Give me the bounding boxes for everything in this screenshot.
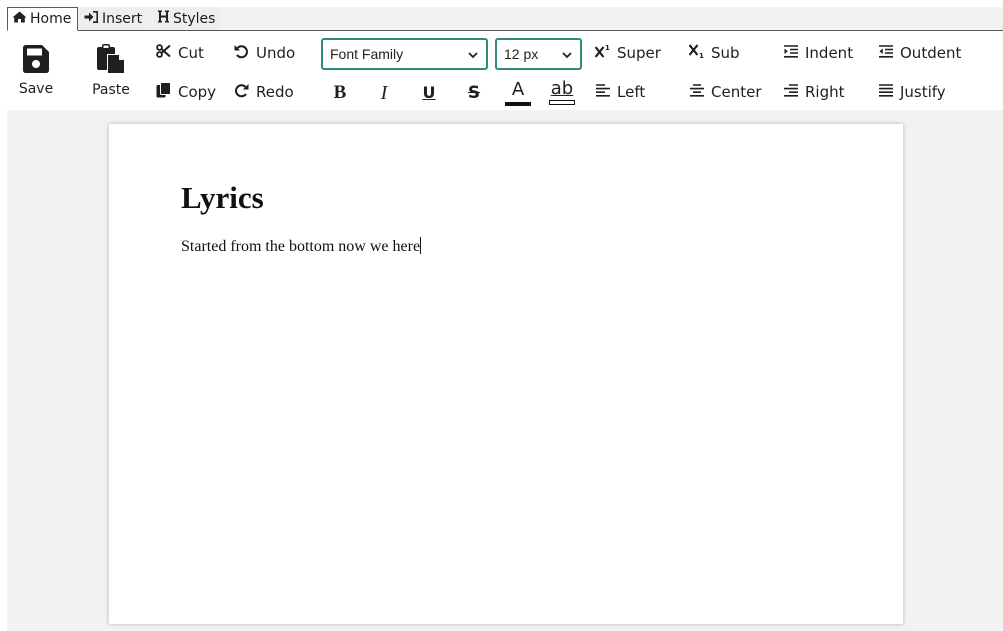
font-family-select[interactable]: Font Family [321, 38, 488, 70]
redo-icon [234, 83, 256, 102]
text-caret [420, 237, 422, 254]
align-right-label: Right [805, 83, 845, 101]
align-center-icon [690, 83, 711, 101]
tab-insert-label: Insert [102, 10, 143, 27]
tab-styles-label: Styles [173, 10, 216, 27]
italic-button[interactable]: I [371, 80, 397, 106]
text-color-button[interactable]: A [505, 78, 531, 108]
align-left-icon [596, 83, 617, 101]
paste-icon [97, 44, 125, 74]
redo-label: Redo [256, 83, 294, 101]
undo-icon [234, 44, 256, 63]
ribbon-toolbar: Save Paste Cut Copy Undo Redo Font Famil… [0, 31, 1003, 110]
strikethrough-icon: S [467, 83, 481, 103]
font-size-value: 12 px [504, 46, 539, 62]
save-button[interactable]: Save [16, 45, 56, 97]
tab-styles[interactable]: Styles [153, 7, 219, 30]
paste-button[interactable]: Paste [89, 44, 133, 98]
superscript-label: Super [617, 44, 661, 62]
outdent-icon [879, 44, 900, 62]
indent-button[interactable]: Indent [784, 43, 853, 63]
copy-button[interactable]: Copy [156, 82, 216, 102]
align-justify-button[interactable]: Justify [879, 82, 946, 102]
undo-label: Undo [256, 44, 296, 62]
subscript-icon: 1 [688, 44, 711, 62]
undo-button[interactable]: Undo [234, 43, 295, 63]
paste-label: Paste [92, 82, 130, 98]
copy-label: Copy [178, 83, 217, 101]
align-left-button[interactable]: Left [596, 82, 645, 102]
align-justify-icon [879, 83, 900, 101]
save-label: Save [18, 81, 54, 97]
chevron-down-icon [468, 46, 478, 62]
home-icon [12, 11, 30, 27]
text-color-icon: A [511, 79, 525, 100]
strikethrough-button[interactable]: S [461, 80, 487, 106]
svg-text:1: 1 [699, 52, 704, 58]
copy-icon [156, 82, 178, 102]
highlight-color-button[interactable]: ab [549, 77, 575, 107]
indent-icon [784, 44, 805, 62]
cut-button[interactable]: Cut [156, 43, 204, 63]
redo-button[interactable]: Redo [234, 82, 294, 102]
outdent-label: Outdent [900, 44, 962, 62]
align-right-button[interactable]: Right [784, 82, 845, 102]
document-paragraph[interactable]: Started from the bottom now we here [181, 237, 422, 256]
italic-icon: I [380, 81, 388, 104]
floppy-disk-icon [23, 45, 49, 73]
tab-home-label: Home [30, 11, 72, 27]
chevron-down-icon [562, 46, 572, 62]
text-color-swatch [505, 102, 531, 106]
subscript-button[interactable]: 1 Sub [688, 43, 740, 63]
subscript-label: Sub [711, 44, 740, 62]
font-family-value: Font Family [330, 46, 404, 62]
editor-workspace: Lyrics Started from the bottom now we he… [7, 110, 1003, 631]
outdent-button[interactable]: Outdent [879, 43, 961, 63]
underline-button[interactable]: U [416, 79, 442, 105]
document-page[interactable]: Lyrics Started from the bottom now we he… [109, 124, 903, 624]
align-justify-label: Justify [900, 83, 946, 101]
highlight-icon: ab [550, 78, 574, 99]
align-left-label: Left [617, 83, 646, 101]
superscript-icon: 1 [594, 44, 617, 62]
svg-text:1: 1 [605, 44, 610, 52]
bold-button[interactable]: B [327, 80, 353, 106]
highlight-color-swatch [549, 100, 575, 105]
tab-insert[interactable]: Insert [80, 7, 151, 30]
superscript-button[interactable]: 1 Super [594, 43, 661, 63]
align-right-icon [784, 83, 805, 101]
align-center-button[interactable]: Center [690, 82, 762, 102]
document-paragraph-text: Started from the bottom now we here [181, 238, 421, 255]
tab-home[interactable]: Home [7, 7, 78, 31]
indent-label: Indent [805, 44, 854, 62]
document-heading[interactable]: Lyrics [181, 180, 264, 216]
heading-icon [157, 10, 173, 27]
cut-label: Cut [178, 44, 204, 62]
underline-icon: U [422, 82, 436, 102]
font-size-select[interactable]: 12 px [495, 38, 582, 70]
scissors-icon [156, 44, 178, 62]
bold-icon: B [333, 82, 347, 103]
ribbon-tab-bar: Home Insert Styles [7, 7, 1003, 31]
sign-in-icon [84, 10, 102, 27]
align-center-label: Center [711, 83, 762, 101]
